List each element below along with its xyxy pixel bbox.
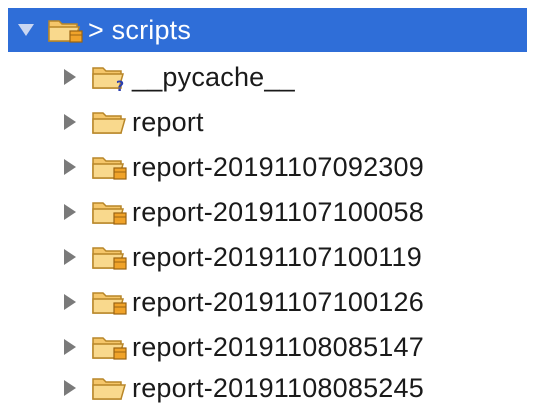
tree-row-report[interactable]: report [0, 100, 535, 144]
package-folder-icon [90, 241, 132, 273]
package-folder-icon [90, 196, 132, 228]
tree-row-scripts[interactable]: > scripts [8, 8, 527, 52]
tree-row-report-20191107092309[interactable]: report-20191107092309 [0, 145, 535, 189]
tree-row-report-20191107100119[interactable]: report-20191107100119 [0, 235, 535, 279]
tree-row-label: report-20191107092309 [132, 151, 424, 182]
expand-triangle-right-icon[interactable] [60, 202, 80, 222]
tree-row-report-20191108085245[interactable]: report-20191108085245 [0, 366, 535, 408]
tree-row-report-20191107100126[interactable]: report-20191107100126 [0, 280, 535, 324]
folder-icon [90, 106, 132, 138]
tree-row-label: > scripts [88, 14, 192, 45]
tree-row-label: report-20191107100126 [132, 286, 424, 317]
tree-row-report-20191107100058[interactable]: report-20191107100058 [0, 190, 535, 234]
unversioned-folder-icon: ? [90, 61, 132, 93]
expand-triangle-right-icon[interactable] [60, 157, 80, 177]
package-folder-icon [90, 286, 132, 318]
expand-triangle-down-icon[interactable] [16, 20, 36, 40]
package-folder-icon [46, 14, 88, 46]
tree-row-label: report-20191107100058 [132, 196, 424, 227]
svg-text:?: ? [116, 79, 124, 92]
expand-triangle-right-icon[interactable] [60, 67, 80, 87]
tree-row-label: __pycache__ [132, 61, 295, 92]
expand-triangle-right-icon[interactable] [60, 378, 80, 398]
project-tree: > scripts ? __pycache__ report report-20… [0, 0, 535, 408]
tree-row-label: report-20191108085245 [132, 372, 424, 403]
expand-triangle-right-icon[interactable] [60, 247, 80, 267]
tree-row-report-20191108085147[interactable]: report-20191108085147 [0, 325, 535, 369]
folder-icon [90, 372, 132, 404]
expand-triangle-right-icon[interactable] [60, 337, 80, 357]
expand-triangle-right-icon[interactable] [60, 112, 80, 132]
package-folder-icon [90, 331, 132, 363]
tree-row-label: report-20191108085147 [132, 331, 424, 362]
tree-row-pycache[interactable]: ? __pycache__ [0, 55, 535, 99]
tree-row-label: report-20191107100119 [132, 241, 422, 272]
package-folder-icon [90, 151, 132, 183]
tree-row-label: report [132, 106, 204, 137]
expand-triangle-right-icon[interactable] [60, 292, 80, 312]
